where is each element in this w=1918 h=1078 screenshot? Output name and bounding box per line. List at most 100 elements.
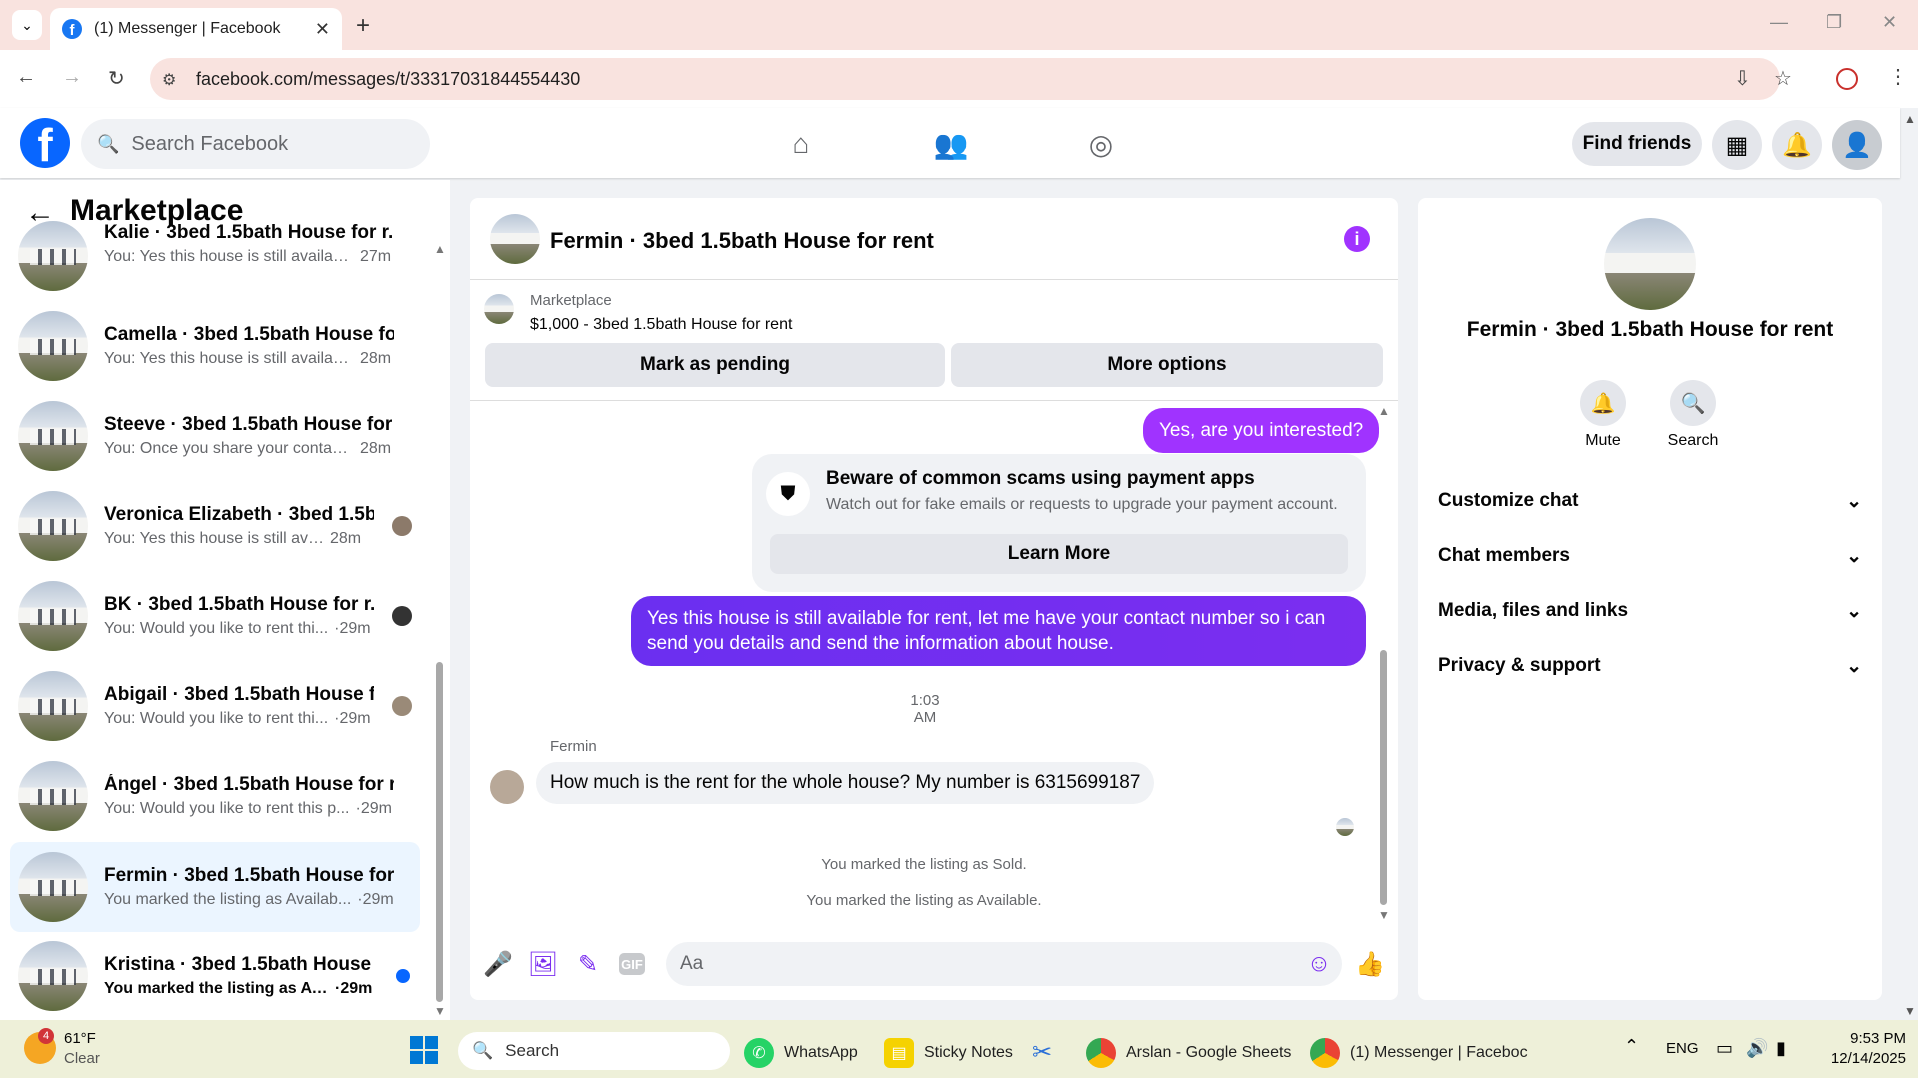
mark-as-pending-button[interactable]: Mark as pending	[485, 343, 945, 387]
close-tab-icon[interactable]: ✕	[315, 19, 330, 40]
taskbar-messenger[interactable]: (1) Messenger | Faceboc	[1310, 1038, 1528, 1068]
chat-scrollbar[interactable]	[1380, 650, 1387, 905]
tab-title: (1) Messenger | Facebook	[94, 20, 281, 37]
scroll-down-arrow-icon[interactable]: ▼	[434, 1004, 446, 1018]
thumbs-up-icon[interactable]: 👍	[1355, 950, 1385, 978]
address-bar[interactable]: facebook.com/messages/t/3331703184455443…	[150, 58, 1780, 100]
taskbar-google-sheets[interactable]: Arslan - Google Sheets	[1086, 1038, 1291, 1068]
conversation-item[interactable]: Veronica Elizabeth · 3bed 1.5b... You: Y…	[10, 484, 420, 568]
search-icon[interactable]: 🔍	[1670, 380, 1716, 426]
learn-more-button[interactable]: Learn More	[770, 534, 1348, 574]
incoming-message[interactable]: How much is the rent for the whole house…	[536, 762, 1155, 804]
listing-thumbnail	[18, 221, 88, 291]
outgoing-message[interactable]: Yes, are you interested?	[1143, 408, 1380, 453]
profile-icon[interactable]	[1836, 68, 1858, 90]
home-icon[interactable]: ⌂	[781, 124, 821, 164]
conversation-item[interactable]: BK · 3bed 1.5bath House for r... You: Wo…	[10, 574, 420, 658]
conversation-item[interactable]: Abigail · 3bed 1.5bath House f... You: W…	[10, 664, 420, 748]
gif-icon[interactable]: GIF	[619, 953, 645, 975]
details-avatar[interactable]	[1604, 218, 1696, 310]
notifications-bell-icon[interactable]: 🔔	[1772, 120, 1822, 170]
chat-title[interactable]: Fermin · 3bed 1.5bath House for rent	[550, 228, 934, 254]
forward-icon[interactable]: →	[62, 66, 82, 89]
chat-scroll-up-icon[interactable]: ▲	[1378, 404, 1390, 418]
find-friends-button[interactable]: Find friends	[1572, 122, 1702, 166]
search-label: Search	[1667, 432, 1719, 449]
snipping-tool-icon[interactable]: ✂	[1032, 1038, 1052, 1067]
conversation-name: Abigail · 3bed 1.5bath House f...	[104, 684, 374, 705]
conversation-item-active[interactable]: Fermin · 3bed 1.5bath House for... You m…	[10, 842, 420, 932]
conversation-time: ·29m	[355, 800, 392, 817]
taskbar-whatsapp[interactable]: ✆ WhatsApp	[744, 1038, 858, 1068]
info-icon[interactable]: i	[1344, 226, 1370, 252]
search-placeholder: Search Facebook	[131, 132, 289, 155]
sticker-icon[interactable]: ✎	[574, 950, 602, 978]
facebook-logo-icon[interactable]: f	[20, 118, 70, 168]
taskbar-app-label: Sticky Notes	[924, 1044, 1013, 1061]
message-input[interactable]: Aa	[666, 942, 1342, 986]
language-indicator[interactable]: ENG	[1666, 1040, 1699, 1057]
microphone-icon[interactable]: 🎤	[483, 950, 513, 978]
conversation-item[interactable]: Kalie · 3bed 1.5bath House for r... You:…	[10, 214, 420, 298]
photo-icon[interactable]: 🖼	[528, 950, 558, 978]
install-app-icon[interactable]: ⇩	[1734, 66, 1751, 91]
listing-price[interactable]: $1,000 - 3bed 1.5bath House for rent	[530, 316, 792, 334]
media-files-links-row[interactable]: Media, files and links ⌄	[1438, 600, 1862, 623]
conversation-time: ·29m	[357, 891, 394, 908]
minimize-icon[interactable]: —	[1770, 12, 1788, 33]
account-avatar[interactable]: 👤	[1832, 120, 1882, 170]
conversation-item[interactable]: Steeve · 3bed 1.5bath House for ... You:…	[10, 394, 420, 478]
clock-time[interactable]: 9:53 PM	[1810, 1030, 1906, 1047]
marketplace-label: Marketplace	[530, 292, 612, 309]
facebook-search-input[interactable]: 🔍 Search Facebook	[81, 119, 430, 169]
conversation-item[interactable]: Ángel · 3bed 1.5bath House for r... You:…	[10, 754, 420, 838]
search-icon: 🔍	[97, 133, 120, 154]
reload-icon[interactable]: ↻	[108, 66, 125, 91]
new-tab-icon[interactable]: +	[356, 12, 370, 40]
conversation-item[interactable]: Camella · 3bed 1.5bath House fo... You: …	[10, 304, 420, 388]
restore-icon[interactable]: ❐	[1826, 12, 1842, 33]
friends-icon[interactable]: 👥	[931, 124, 971, 164]
chat-members-row[interactable]: Chat members ⌄	[1438, 545, 1862, 568]
page-scroll-up-icon[interactable]: ▲	[1904, 112, 1916, 126]
conversation-name: BK · 3bed 1.5bath House for r...	[104, 594, 374, 615]
battery-icon[interactable]: ▮	[1776, 1038, 1786, 1059]
section-label: Privacy & support	[1438, 655, 1601, 676]
sender-avatar[interactable]	[490, 770, 524, 804]
page-scroll-down-icon[interactable]: ▼	[1904, 1004, 1916, 1018]
listing-thumbnail	[18, 941, 88, 1011]
window-close-icon[interactable]: ✕	[1882, 12, 1897, 33]
clock-date[interactable]: 12/14/2025	[1810, 1050, 1906, 1067]
mute-bell-icon[interactable]: 🔔	[1580, 380, 1626, 426]
chrome-icon	[1086, 1038, 1116, 1068]
display-icon[interactable]: ▭	[1716, 1038, 1733, 1059]
conversation-name: Kristina · 3bed 1.5bath House f...	[104, 954, 374, 975]
customize-chat-row[interactable]: Customize chat ⌄	[1438, 490, 1862, 513]
volume-icon[interactable]: 🔊	[1746, 1038, 1768, 1059]
privacy-support-row[interactable]: Privacy & support ⌄	[1438, 655, 1862, 678]
start-windows-icon[interactable]	[410, 1036, 438, 1064]
scroll-up-arrow-icon[interactable]: ▲	[434, 242, 446, 256]
chat-avatar[interactable]	[490, 214, 540, 264]
tab-search-chevron-icon[interactable]: ⌄	[12, 10, 42, 40]
read-receipt-avatar	[1336, 818, 1354, 836]
outgoing-message[interactable]: Yes this house is still available for re…	[631, 596, 1366, 666]
more-options-button[interactable]: More options	[951, 343, 1383, 387]
taskbar-search[interactable]: 🔍 Search	[458, 1032, 730, 1070]
bookmark-star-icon[interactable]: ☆	[1774, 66, 1792, 91]
browser-menu-icon[interactable]: ⋮	[1888, 64, 1908, 89]
left-scrollbar[interactable]	[436, 662, 443, 1002]
taskbar-app-label: WhatsApp	[784, 1044, 858, 1061]
emoji-icon[interactable]: ☺	[1305, 950, 1333, 978]
conversation-item-unread[interactable]: Kristina · 3bed 1.5bath House f... You m…	[10, 934, 420, 1018]
tray-chevron-up-icon[interactable]: ⌃	[1624, 1036, 1639, 1057]
groups-icon[interactable]: ◎	[1081, 124, 1121, 164]
back-icon[interactable]: ←	[16, 66, 36, 89]
site-info-icon[interactable]: ⚙	[162, 70, 176, 90]
chat-scroll-down-icon[interactable]: ▼	[1378, 908, 1390, 922]
menu-grid-icon[interactable]: ▦	[1712, 120, 1762, 170]
conversation-snippet: You marked the listing as Availab...	[104, 891, 352, 908]
conversation-time: 28m	[360, 440, 392, 457]
browser-tab[interactable]: f (1) Messenger | Facebook ✕	[50, 8, 342, 50]
taskbar-sticky-notes[interactable]: ▤ Sticky Notes	[884, 1038, 1013, 1068]
